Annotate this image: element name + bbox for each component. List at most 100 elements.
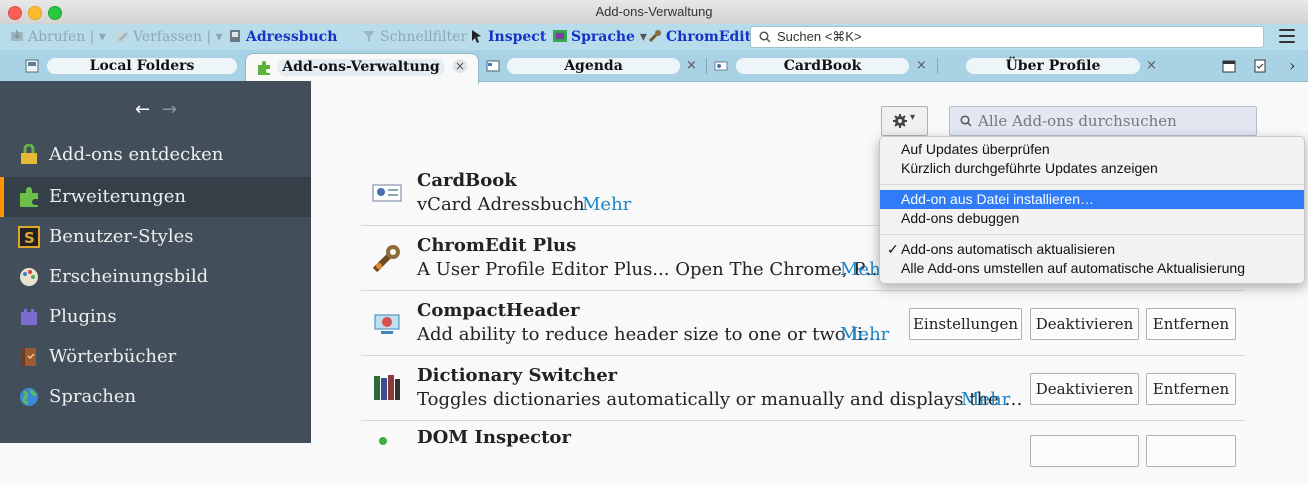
pencil-icon xyxy=(116,31,128,42)
menu-item-auto-update[interactable]: ✓ Add-ons automatisch aktualisieren xyxy=(880,240,1304,259)
more-link[interactable]: Mehr xyxy=(582,194,631,215)
disable-button[interactable]: Deaktivieren xyxy=(1030,308,1139,340)
menu-item-recent-updates[interactable]: Kürzlich durchgeführte Updates anzeigen xyxy=(880,159,1304,178)
chevron-down-icon: ▾ xyxy=(910,112,916,123)
tab-separator xyxy=(937,58,938,74)
tools-dropdown-menu: Auf Updates überprüfen Kürzlich durchgef… xyxy=(879,136,1305,284)
sidebar-item-label: Benutzer-Styles xyxy=(49,226,194,247)
menu-item-label: Add-ons debuggen xyxy=(901,210,1020,226)
addon-description: A User Profile Editor Plus... Open The C… xyxy=(417,259,884,280)
get-messages-label: Abrufen xyxy=(28,29,86,45)
close-tab-icon[interactable]: × xyxy=(916,58,928,74)
disable-button[interactable] xyxy=(1030,435,1139,467)
chevron-down-icon: ▾ xyxy=(215,29,223,45)
menu-item-check-updates[interactable]: Auf Updates überprüfen xyxy=(880,140,1304,159)
language-button[interactable]: Sprache ▾ xyxy=(553,28,647,46)
sidebar-item-appearance[interactable]: Erscheinungsbild xyxy=(0,257,311,297)
addon-row-dictionary-switcher[interactable]: Dictionary Switcher Toggles dictionaries… xyxy=(361,356,1245,421)
addon-name: CardBook xyxy=(417,170,517,191)
sidebar-item-label: Plugins xyxy=(49,306,117,327)
addon-row-dom-inspector[interactable]: DOM Inspector xyxy=(361,421,1245,485)
hamburger-menu-icon[interactable] xyxy=(1279,29,1295,43)
addon-name: Dictionary Switcher xyxy=(417,365,618,386)
globe-icon xyxy=(20,388,38,406)
puzzle-icon xyxy=(20,187,38,207)
download-icon xyxy=(11,30,23,41)
menu-separator xyxy=(880,184,1304,185)
tab-label: Agenda xyxy=(507,58,680,74)
book-icon xyxy=(22,348,36,366)
addon-description: vCard Adressbuch xyxy=(417,194,585,215)
filter-icon xyxy=(363,31,375,42)
addon-name: DOM Inspector xyxy=(417,427,571,448)
chromedit-button[interactable]: ChromEdit xyxy=(648,28,751,46)
books-icon xyxy=(374,375,400,400)
dom-inspector-icon xyxy=(379,437,387,445)
menu-item-label: Kürzlich durchgeführte Updates anzeigen xyxy=(901,160,1158,176)
settings-button[interactable]: Einstellungen xyxy=(909,308,1022,340)
tab-label: CardBook xyxy=(736,58,909,74)
search-placeholder: Suchen <⌘K> xyxy=(777,29,862,44)
inspect-label: Inspect xyxy=(488,29,547,45)
more-link[interactable]: Mehr xyxy=(961,389,1010,410)
sidebar-item-extensions[interactable]: Erweiterungen xyxy=(0,177,311,217)
back-arrow-icon[interactable]: ← xyxy=(135,99,150,120)
sidebar-item-label: Erweiterungen xyxy=(49,186,187,207)
quick-filter-button[interactable]: Schnellfilter xyxy=(362,28,467,46)
remove-button[interactable] xyxy=(1146,435,1236,467)
search-input[interactable]: Suchen <⌘K> xyxy=(750,26,1264,48)
address-book-button[interactable]: Adressbuch xyxy=(228,28,337,46)
gear-icon xyxy=(893,114,907,128)
svg-text:S: S xyxy=(24,229,35,247)
window-titlebar: Add-ons-Verwaltung xyxy=(0,0,1308,25)
disable-button[interactable]: Deaktivieren xyxy=(1030,373,1139,405)
close-tab-icon[interactable]: × xyxy=(686,58,698,74)
get-messages-button[interactable]: Abrufen | ▾ xyxy=(10,28,106,46)
sidebar-item-plugins[interactable]: Plugins xyxy=(0,297,311,337)
addon-name: ChromEdit Plus xyxy=(417,235,577,256)
addon-row-compactheader[interactable]: CompactHeader Add ability to reduce head… xyxy=(361,291,1245,356)
tools-menu-button[interactable]: ▾ xyxy=(881,106,928,136)
sidebar-item-discover[interactable]: Add-ons entdecken xyxy=(0,135,311,175)
close-tab-icon[interactable]: × xyxy=(453,59,467,73)
compose-label: Verfassen xyxy=(133,29,203,45)
addon-description: Toggles dictionaries automatically or ma… xyxy=(417,389,1023,410)
puzzle-icon xyxy=(258,61,270,75)
chromedit-label: ChromEdit xyxy=(666,29,752,45)
tasks-icon[interactable] xyxy=(1253,59,1267,73)
close-tab-icon[interactable]: × xyxy=(1146,58,1158,74)
tab-separator xyxy=(706,58,707,74)
chevron-down-icon: ▾ xyxy=(98,29,106,45)
contact-card-icon xyxy=(714,61,728,71)
tab-bar: Local Folders Agenda × CardBook × Über P… xyxy=(0,50,1308,82)
shopping-bag-icon xyxy=(21,144,37,164)
forward-arrow-icon[interactable]: → xyxy=(162,99,177,120)
sidebar-item-languages[interactable]: Sprachen xyxy=(0,377,311,417)
wrench-icon xyxy=(372,245,400,273)
checkmark-icon: ✓ xyxy=(887,241,899,257)
more-link[interactable]: Mehr xyxy=(840,324,889,345)
tab-addons-manager[interactable]: Add-ons-Verwaltung × xyxy=(245,53,479,84)
inspect-button[interactable]: Inspect xyxy=(470,28,546,46)
menu-item-install-from-file[interactable]: Add-on aus Datei installieren… xyxy=(880,190,1304,209)
plugin-block-icon xyxy=(21,309,37,325)
folder-icon xyxy=(25,59,39,73)
addon-name: CompactHeader xyxy=(417,300,580,321)
list-all-tabs-icon[interactable]: › xyxy=(1289,56,1295,75)
addon-search-input[interactable]: Alle Add-ons durchsuchen xyxy=(949,106,1257,136)
sidebar-item-dictionaries[interactable]: Wörterbücher xyxy=(0,337,311,377)
calendar-today-icon[interactable] xyxy=(1222,59,1236,73)
compact-header-icon xyxy=(374,314,400,334)
palette-icon xyxy=(20,268,38,286)
addon-description: Add ability to reduce header size to one… xyxy=(417,324,881,345)
tab-label: Über Profile xyxy=(966,58,1140,74)
sidebar-item-label: Add-ons entdecken xyxy=(49,144,224,165)
menu-item-debug-addons[interactable]: Add-ons debuggen xyxy=(880,209,1304,228)
compose-button[interactable]: Verfassen | ▾ xyxy=(115,28,223,46)
tab-label: Local Folders xyxy=(47,58,237,74)
remove-button[interactable]: Entfernen xyxy=(1146,373,1236,405)
address-book-icon xyxy=(230,30,240,42)
sidebar-item-user-styles[interactable]: S Benutzer-Styles xyxy=(0,217,311,257)
remove-button[interactable]: Entfernen xyxy=(1146,308,1236,340)
menu-item-reset-auto-update[interactable]: Alle Add-ons umstellen auf automatische … xyxy=(880,259,1304,278)
